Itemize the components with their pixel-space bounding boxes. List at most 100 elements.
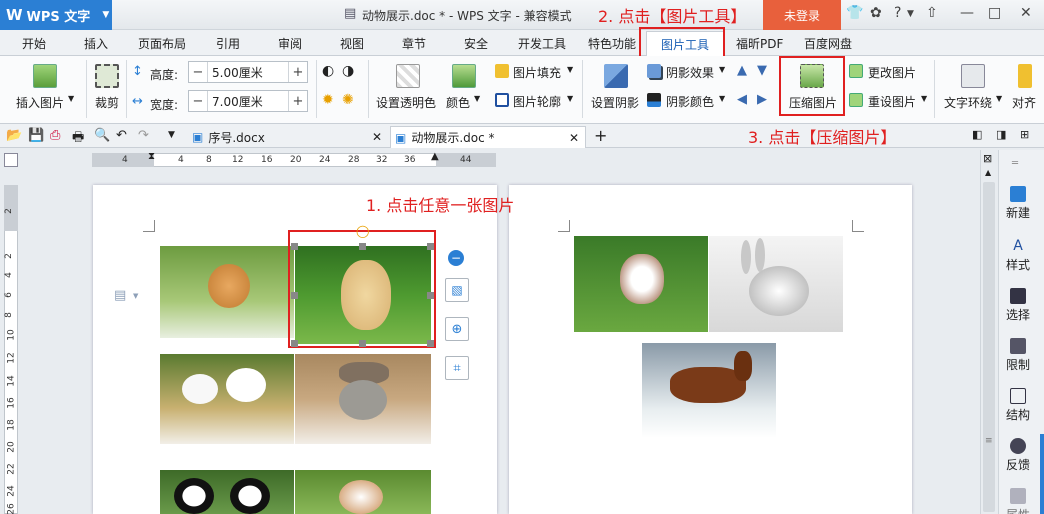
skin-icon[interactable]: 👕 <box>846 5 863 21</box>
set-transparent-button[interactable]: 设置透明色 <box>376 94 436 111</box>
decrement-icon[interactable]: − <box>189 94 207 109</box>
close-button[interactable]: ✕ <box>1020 5 1032 21</box>
change-picture-icon[interactable] <box>849 64 863 78</box>
crop-button[interactable]: 裁剪 <box>95 94 119 111</box>
save-icon[interactable]: 💾 <box>28 128 44 143</box>
tab-home[interactable]: 开始 <box>22 35 46 52</box>
side-item-select[interactable]: 选择 <box>998 288 1038 323</box>
chevron-down-icon[interactable]: ▼ <box>921 94 927 103</box>
side-item-new[interactable]: 新建 <box>998 186 1038 221</box>
side-item-restrict[interactable]: 限制 <box>998 338 1038 373</box>
width-input[interactable]: 7.00厘米 <box>207 91 289 111</box>
doc-tab-1[interactable]: ▣ 序号.docx ✕ <box>192 126 388 148</box>
set-shadow-icon[interactable] <box>604 64 628 88</box>
print-icon[interactable]: 🖶 <box>72 128 84 150</box>
maximize-button[interactable]: □ <box>988 5 1001 21</box>
doc-tab-2[interactable]: ▣ 动物展示.doc * ✕ <box>390 126 586 148</box>
color-button[interactable]: 颜色 <box>446 94 470 111</box>
chevron-down-icon[interactable]: ▼ <box>567 65 573 74</box>
chevron-down-icon[interactable]: ▼ <box>474 94 480 103</box>
tab-developer[interactable]: 开发工具 <box>518 35 566 52</box>
brightness-up-icon[interactable]: ✹ <box>322 92 334 108</box>
cat-with-hat-image[interactable] <box>295 354 431 444</box>
chevron-down-icon[interactable]: ▼ <box>719 65 725 74</box>
insert-picture-button[interactable]: 插入图片 <box>16 94 64 111</box>
chevron-down-icon[interactable]: ▼ <box>996 94 1002 103</box>
tab-foxit-pdf[interactable]: 福昕PDF <box>736 35 783 52</box>
login-button[interactable]: 未登录 <box>763 0 841 30</box>
tab-chapter[interactable]: 章节 <box>402 35 426 52</box>
split-view-icon[interactable]: ⊠ <box>983 152 992 165</box>
side-item-properties[interactable]: 属性 <box>998 488 1038 514</box>
width-stepper[interactable]: − 7.00厘米 + <box>188 90 308 112</box>
export-pdf-icon[interactable]: ⎙ <box>50 128 60 143</box>
chevron-down-icon[interactable]: ▼ <box>719 94 725 103</box>
right-indent-marker-icon[interactable]: ▲ <box>431 151 439 162</box>
chevron-down-icon[interactable]: ▼ <box>68 94 74 103</box>
feedback-icon[interactable]: ✿ <box>870 5 882 21</box>
tab-view[interactable]: 视图 <box>340 35 364 52</box>
color-icon[interactable] <box>452 64 476 88</box>
print-preview-icon[interactable]: 🔍 <box>94 128 110 143</box>
picture-outline-icon[interactable] <box>495 93 509 107</box>
tab-baidu-netdisk[interactable]: 百度网盘 <box>804 35 852 52</box>
tab-tool-icon[interactable]: ⊞ <box>1020 128 1029 141</box>
crop-icon[interactable] <box>95 64 119 88</box>
rotate-icon[interactable]: ◐ <box>322 63 334 79</box>
tab-stop-selector[interactable] <box>4 153 18 167</box>
resize-handle[interactable] <box>427 340 434 347</box>
tab-security[interactable]: 安全 <box>464 35 488 52</box>
new-tab-icon[interactable]: + <box>594 126 607 145</box>
insert-picture-icon[interactable] <box>33 64 57 88</box>
height-stepper[interactable]: − 5.00厘米 + <box>188 61 308 83</box>
tab-insert[interactable]: 插入 <box>84 35 108 52</box>
scroll-up-icon[interactable]: ▲ <box>985 168 991 177</box>
rotate-handle-icon[interactable]: ◯ <box>356 224 369 238</box>
resize-handle[interactable] <box>291 243 298 250</box>
scrollbar-thumb[interactable] <box>983 182 995 512</box>
increment-icon[interactable]: + <box>289 94 307 109</box>
resize-handle[interactable] <box>427 243 434 250</box>
side-item-feedback[interactable]: 反馈 <box>998 438 1038 473</box>
resize-handle[interactable] <box>291 292 298 299</box>
zoom-picture-button[interactable]: ⊕ <box>445 317 469 341</box>
collapse-ribbon-icon[interactable]: ⇧ <box>926 5 938 21</box>
resize-handle[interactable] <box>291 340 298 347</box>
tab-review[interactable]: 审阅 <box>278 35 302 52</box>
resize-handle[interactable] <box>427 292 434 299</box>
tab-tool-icon[interactable]: ◨ <box>996 128 1006 141</box>
resize-handle[interactable] <box>359 243 366 250</box>
minimize-button[interactable]: — <box>960 5 974 21</box>
tab-page-layout[interactable]: 页面布局 <box>138 35 186 52</box>
app-menu-button[interactable]: W WPS 文字 ▼ <box>0 0 112 30</box>
nudge-shadow-up-icon[interactable]: ▲ <box>737 63 747 78</box>
tab-references[interactable]: 引用 <box>216 35 240 52</box>
close-icon[interactable]: ✕ <box>372 130 382 144</box>
chevron-down-icon[interactable]: ▼ <box>133 292 138 300</box>
help-button[interactable]: ? <box>894 5 901 21</box>
shadow-color-icon[interactable] <box>647 93 661 107</box>
scroll-grip-icon[interactable]: ≡ <box>985 436 993 446</box>
nudge-shadow-down-icon[interactable]: ▼ <box>757 63 767 78</box>
side-item-structure[interactable]: 结构 <box>998 388 1038 423</box>
tab-special[interactable]: 特色功能 <box>588 35 636 52</box>
horse-image[interactable] <box>642 343 776 438</box>
text-wrap-icon[interactable] <box>961 64 985 88</box>
open-folder-icon[interactable]: 📂 <box>6 128 22 143</box>
height-input[interactable]: 5.00厘米 <box>207 62 289 82</box>
resize-handle[interactable] <box>359 340 366 347</box>
chevron-down-icon[interactable]: ▼ <box>168 130 175 140</box>
shadow-color-button[interactable]: 阴影颜色 <box>666 93 714 110</box>
redo-icon[interactable]: ↷ <box>138 128 149 143</box>
paragraph-options-icon[interactable]: ▤ <box>114 288 126 303</box>
decrement-icon[interactable]: − <box>189 65 207 80</box>
puppy-on-grass-image[interactable] <box>574 236 708 332</box>
reset-picture-icon[interactable] <box>849 93 863 107</box>
chevron-down-icon[interactable]: ▼ <box>907 9 914 19</box>
chevron-down-icon[interactable]: ▼ <box>567 94 573 103</box>
crop-picture-button[interactable]: ⌗ <box>445 356 469 380</box>
undo-icon[interactable]: ↶ <box>116 128 127 143</box>
indent-marker-icon[interactable]: ⧗ <box>148 151 155 162</box>
tab-tool-icon[interactable]: ◧ <box>972 128 982 141</box>
align-button[interactable]: 对齐 <box>1012 94 1036 111</box>
